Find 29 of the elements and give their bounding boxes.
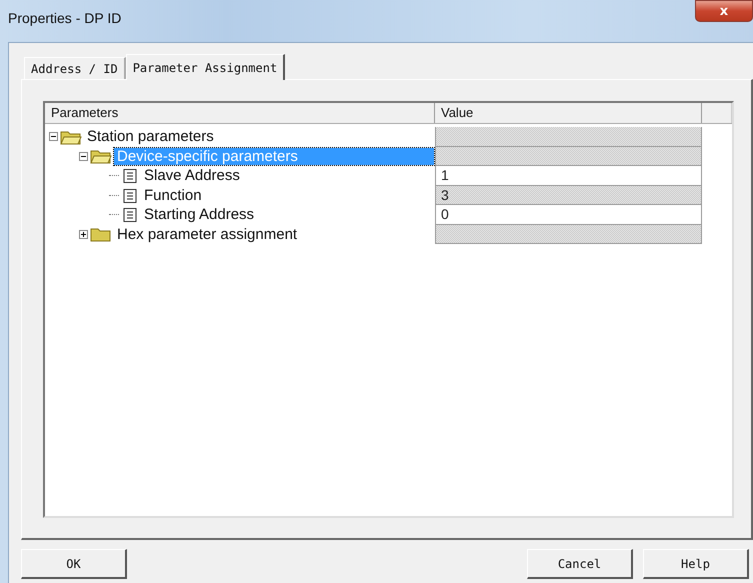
tab[interactable]: Address / ID xyxy=(24,57,126,79)
window-title: Properties - DP ID xyxy=(8,10,122,26)
open-folder-icon xyxy=(90,148,112,164)
collapse-icon[interactable] xyxy=(79,152,88,161)
document-icon xyxy=(123,207,137,222)
tree-item[interactable]: Function xyxy=(141,186,205,204)
value-text: 3 xyxy=(441,186,449,202)
expand-icon[interactable] xyxy=(79,230,88,239)
tree-item[interactable]: Starting Address xyxy=(141,206,258,224)
column-header[interactable]: Value xyxy=(435,103,702,123)
collapse-icon[interactable] xyxy=(49,132,58,142)
tree-item[interactable]: Hex parameter assignment xyxy=(114,226,300,243)
value-cell[interactable]: 0 xyxy=(435,205,702,224)
header-filler xyxy=(702,103,732,123)
close-button[interactable]: x xyxy=(695,0,753,22)
column-header[interactable]: Parameters xyxy=(45,103,435,123)
value-text: 0 xyxy=(441,206,449,222)
document-icon xyxy=(123,188,137,203)
folder-icon xyxy=(90,226,112,242)
document-icon xyxy=(123,168,137,184)
value-cell[interactable]: 1 xyxy=(435,166,702,186)
tree-item[interactable]: Slave Address xyxy=(141,167,243,184)
cancel-button[interactable]: Cancel xyxy=(527,549,633,579)
open-folder-icon xyxy=(60,128,82,145)
ok-button[interactable]: OK xyxy=(21,549,127,579)
tab[interactable]: Parameter Assignment xyxy=(126,54,286,80)
value-text: 1 xyxy=(441,167,449,183)
tree-item[interactable]: Station parameters xyxy=(84,128,217,146)
help-button[interactable]: Help xyxy=(643,549,749,579)
